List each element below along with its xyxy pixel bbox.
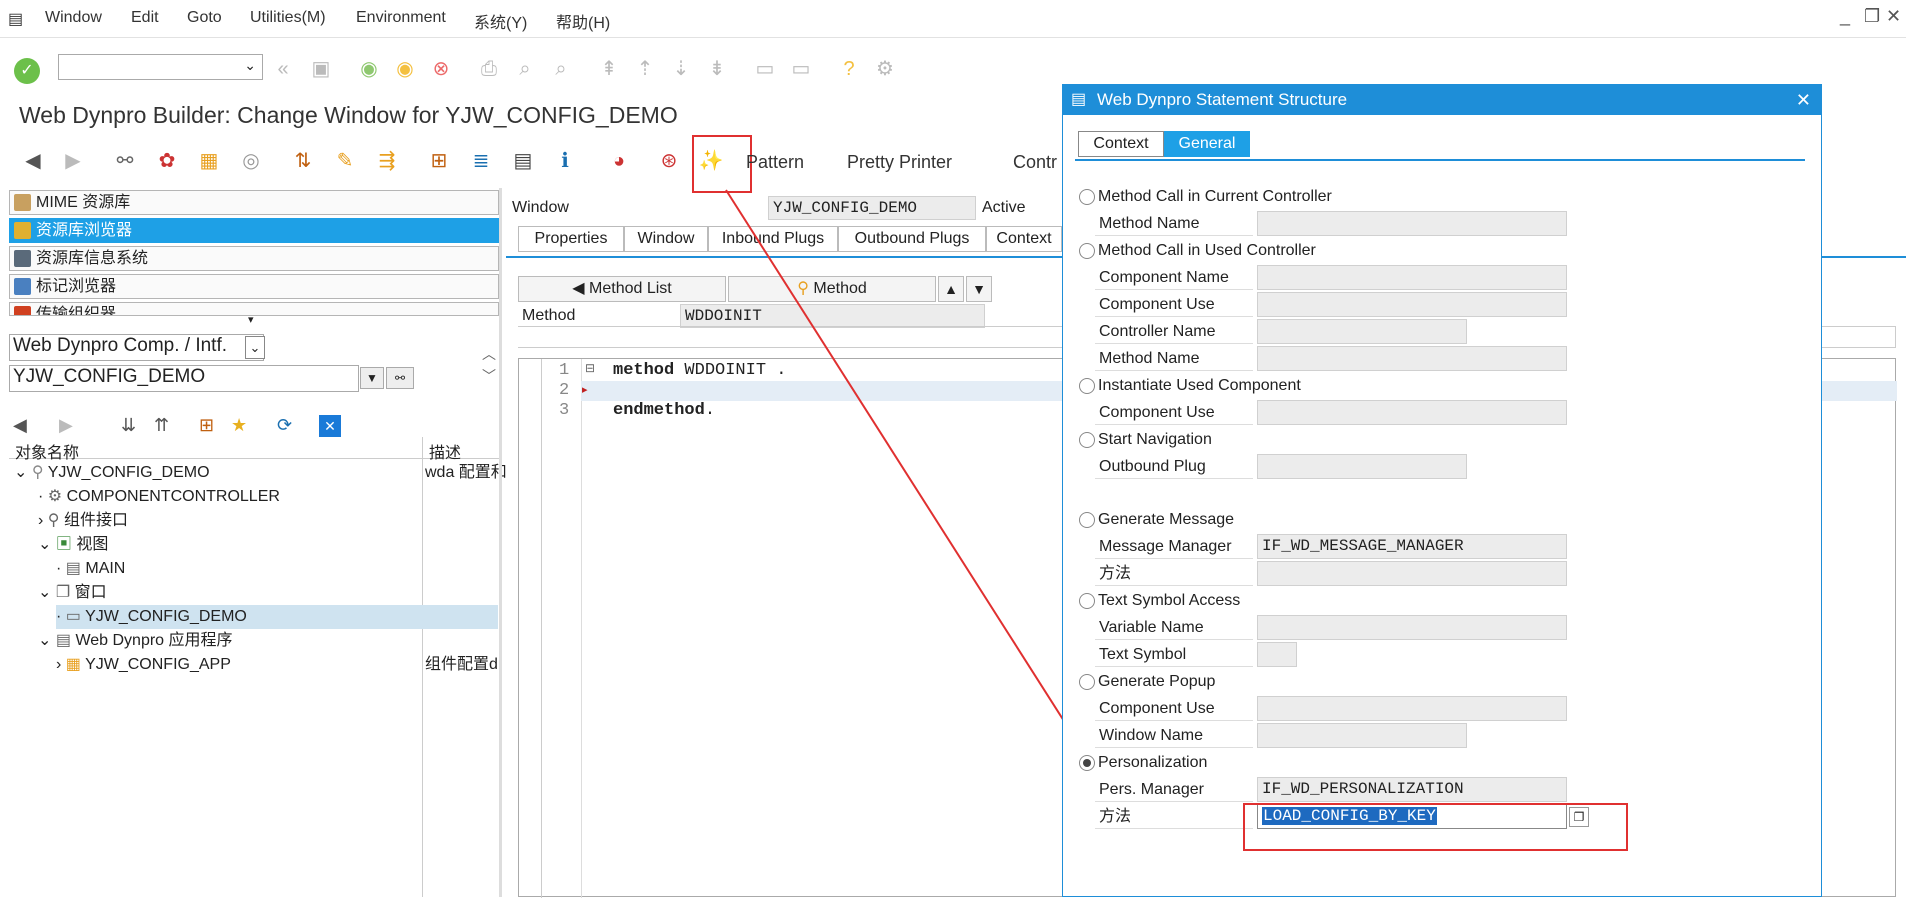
- radio-generate-popup[interactable]: [1079, 674, 1095, 690]
- component-use-input[interactable]: [1257, 696, 1567, 721]
- method-highlight-box: [1243, 803, 1628, 851]
- option-label: Text Symbol Access: [1098, 592, 1241, 609]
- message-method-input[interactable]: [1257, 561, 1567, 586]
- field-label: Component Use: [1095, 696, 1253, 721]
- option-label: Method Call in Used Controller: [1098, 242, 1316, 259]
- field-label: 方法: [1095, 804, 1253, 829]
- field-label: Variable Name: [1095, 615, 1253, 640]
- pers-manager-field[interactable]: IF_WD_PERSONALIZATION: [1257, 777, 1567, 802]
- radio-method-call-current[interactable]: [1079, 189, 1095, 205]
- field-label: Text Symbol: [1095, 642, 1253, 667]
- message-manager-field[interactable]: IF_WD_MESSAGE_MANAGER: [1257, 534, 1567, 559]
- field-label: Component Name: [1095, 265, 1253, 290]
- dialog-icon: ▤: [1071, 91, 1087, 108]
- window-name-input[interactable]: [1257, 723, 1467, 748]
- field-label: 方法: [1095, 561, 1253, 586]
- component-use-input[interactable]: [1257, 292, 1567, 317]
- option-label: Personalization: [1098, 754, 1208, 771]
- dialog-tab-underline: [1075, 159, 1805, 161]
- controller-name-input[interactable]: [1257, 319, 1467, 344]
- field-label: Outbound Plug: [1095, 454, 1253, 479]
- field-label: Pers. Manager: [1095, 777, 1253, 802]
- text-symbol-input[interactable]: [1257, 642, 1297, 667]
- method-name-input[interactable]: [1257, 346, 1567, 371]
- component-use-input[interactable]: [1257, 400, 1567, 425]
- method-name-input[interactable]: [1257, 211, 1567, 236]
- dialog-tab-general[interactable]: General: [1164, 131, 1250, 157]
- field-label: Component Use: [1095, 400, 1253, 425]
- field-label: Method Name: [1095, 211, 1253, 236]
- option-label: Start Navigation: [1098, 431, 1212, 448]
- dialog-close-icon[interactable]: ✕: [1796, 85, 1811, 115]
- radio-generate-message[interactable]: [1079, 512, 1095, 528]
- option-label: Instantiate Used Component: [1098, 377, 1301, 394]
- radio-start-navigation[interactable]: [1079, 432, 1095, 448]
- dialog-title: Web Dynpro Statement Structure: [1097, 90, 1348, 109]
- option-label: Generate Popup: [1098, 673, 1216, 690]
- field-label: Controller Name: [1095, 319, 1253, 344]
- component-name-input[interactable]: [1257, 265, 1567, 290]
- field-label: Method Name: [1095, 346, 1253, 371]
- radio-instantiate-component[interactable]: [1079, 378, 1095, 394]
- field-label: Message Manager: [1095, 534, 1253, 559]
- option-label: Method Call in Current Controller: [1098, 188, 1332, 205]
- radio-method-call-used[interactable]: [1079, 243, 1095, 259]
- field-label: Window Name: [1095, 723, 1253, 748]
- outbound-plug-input[interactable]: [1257, 454, 1467, 479]
- field-label: Component Use: [1095, 292, 1253, 317]
- radio-personalization[interactable]: [1079, 755, 1095, 771]
- option-label: Generate Message: [1098, 511, 1235, 528]
- radio-text-symbol[interactable]: [1079, 593, 1095, 609]
- dialog-title-bar: ▤ Web Dynpro Statement Structure ✕: [1063, 85, 1821, 115]
- dialog-tab-context[interactable]: Context: [1078, 131, 1164, 157]
- statement-structure-dialog: ▤ Web Dynpro Statement Structure ✕ Conte…: [1062, 84, 1822, 897]
- variable-name-input[interactable]: [1257, 615, 1567, 640]
